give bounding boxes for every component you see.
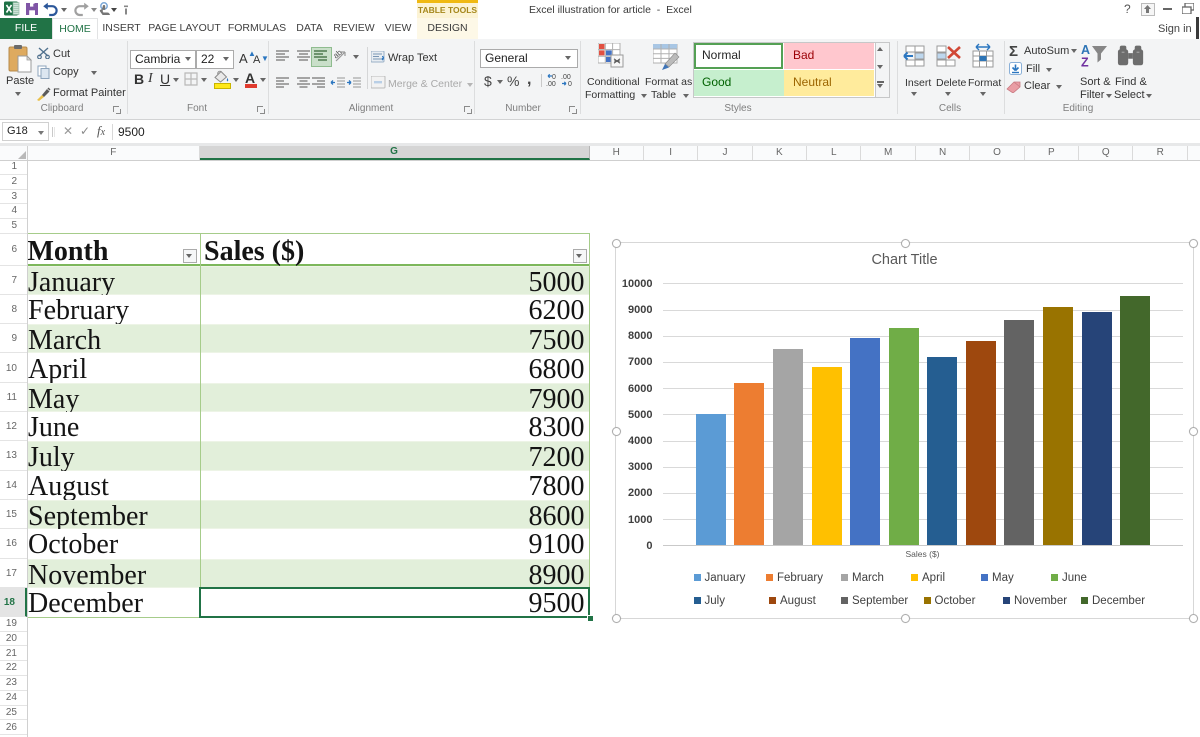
svg-text:0: 0 <box>568 81 572 87</box>
svg-text:.00: .00 <box>561 74 571 81</box>
svg-text:Z: Z <box>1081 56 1089 70</box>
svg-text:0: 0 <box>552 74 556 81</box>
svg-text:.00: .00 <box>546 81 556 87</box>
svg-text:ab: ab <box>334 48 344 60</box>
